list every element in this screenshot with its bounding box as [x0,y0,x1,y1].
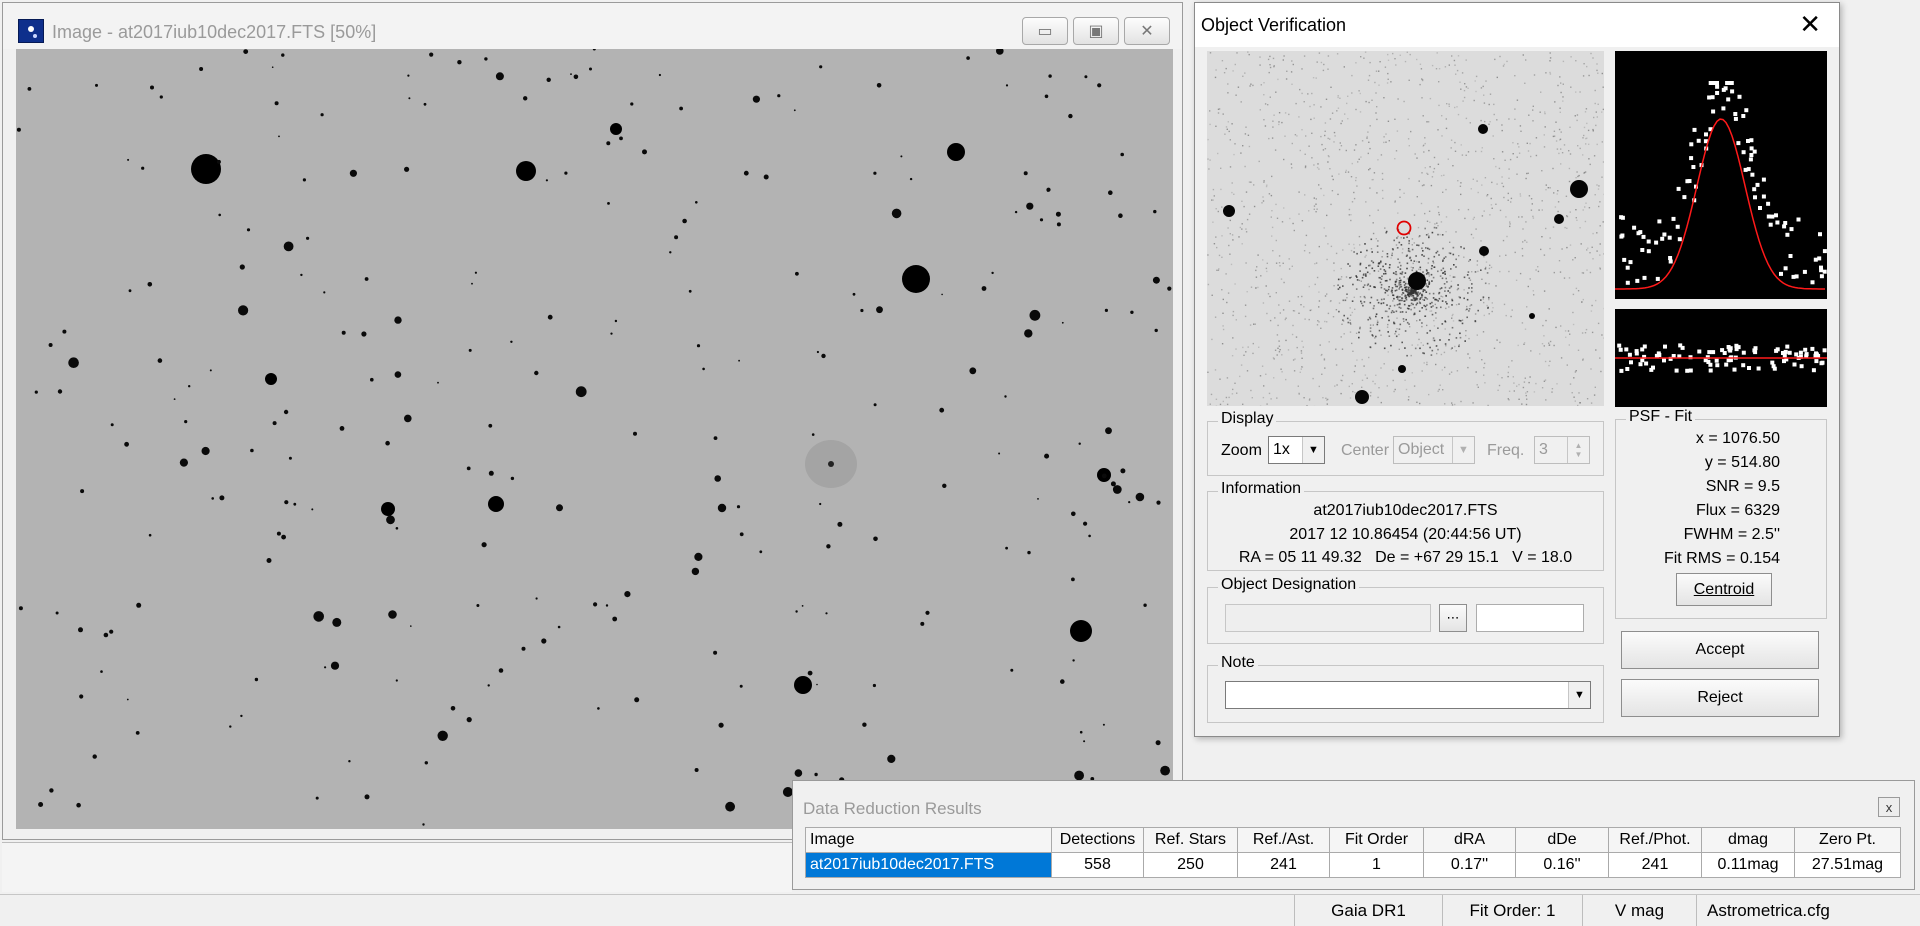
restore-button[interactable]: ▣ [1073,17,1119,45]
cell-ref-phot[interactable]: 241 [1609,853,1702,878]
display-group: Display Zoom 1x ▼ Center Object ▼ Freq. … [1207,421,1604,476]
psf-fit-rms: Fit RMS = 0.154 [1664,550,1780,568]
spinner-arrows-icon: ▲▼ [1567,437,1589,463]
center-value: Object [1398,441,1444,458]
object-designation-label: Object Designation [1218,576,1359,594]
information-group: Information at2017iub10dec2017.FTS 2017 … [1207,491,1604,571]
info-date: 2017 12 10.86454 (20:44:56 UT) [1208,526,1603,544]
col-ref-phot[interactable]: Ref./Phot. [1609,828,1702,853]
dialog-titlebar[interactable]: Object Verification ✕ [1195,3,1839,47]
data-reduction-title: Data Reduction Results [803,799,982,819]
center-select[interactable]: Object ▼ [1393,436,1475,464]
center-label: Center [1341,442,1389,460]
image-window-titlebar[interactable]: Image - at2017iub10dec2017.FTS [50%] ▭ ▣… [3,3,1182,49]
image-window-title: Image - at2017iub10dec2017.FTS [50%] [52,22,376,43]
ellipsis-icon: ⋯ [1447,610,1460,626]
accept-button[interactable]: Accept [1621,631,1819,669]
psf-fit-group: PSF - Fit x = 1076.50 y = 514.80 SNR = 9… [1615,419,1827,619]
note-select[interactable]: ▼ [1225,681,1591,709]
minimize-button[interactable]: ▭ [1022,17,1068,45]
col-fit-order[interactable]: Fit Order [1330,828,1424,853]
psf-residual-graph [1615,309,1827,407]
col-detections[interactable]: Detections [1052,828,1144,853]
chevron-down-icon: ▼ [1568,682,1590,708]
status-catalog: Gaia DR1 [1294,895,1442,926]
table-row[interactable]: at2017iub10dec2017.FTS 558 250 241 1 0.1… [806,853,1901,878]
psf-fit-label: PSF - Fit [1626,408,1695,426]
object-preview-image[interactable] [1207,51,1604,406]
astrometrica-app-icon [18,19,44,43]
info-filename: at2017iub10dec2017.FTS [1208,502,1603,520]
cell-image[interactable]: at2017iub10dec2017.FTS [806,853,1052,878]
minimize-icon: ▭ [1037,21,1052,41]
object-verification-dialog[interactable]: Object Verification ✕ Display Zoom 1x ▼ … [1194,2,1840,737]
zoom-value: 1x [1273,441,1290,458]
status-fit-order: Fit Order: 1 [1442,895,1582,926]
cell-ref-ast[interactable]: 241 [1238,853,1330,878]
psf-x: x = 1076.50 [1696,430,1780,448]
image-window-footer [2,842,792,892]
object-preview-field [1207,51,1604,406]
dialog-close-button[interactable]: ✕ [1799,11,1821,37]
data-reduction-close-button[interactable]: x [1878,797,1900,817]
results-header-row: Image Detections Ref. Stars Ref./Ast. Fi… [806,828,1901,853]
status-mag: V mag [1582,895,1696,926]
chevron-down-icon: ▼ [1452,437,1474,463]
col-dra[interactable]: dRA [1424,828,1516,853]
reject-button-label: Reject [1697,689,1742,707]
freq-stepper[interactable]: 3 ▲▼ [1534,436,1590,464]
chevron-down-icon: ▼ [1302,437,1324,463]
psf-profile-graph [1615,51,1827,299]
col-dmag[interactable]: dmag [1702,828,1795,853]
accept-button-label: Accept [1696,641,1745,659]
freq-label: Freq. [1487,442,1524,460]
results-table: Image Detections Ref. Stars Ref./Ast. Fi… [805,827,1901,878]
designation-number-input[interactable] [1476,604,1584,632]
restore-icon: ▣ [1088,21,1103,41]
status-bar: Gaia DR1 Fit Order: 1 V mag Astrometrica… [0,894,1920,925]
fits-image-canvas[interactable] [16,49,1173,829]
star-field [16,49,1173,829]
dialog-title: Object Verification [1201,15,1346,36]
info-coordinates: RA = 05 11 49.32 De = +67 29 15.1 V = 18… [1208,549,1603,567]
psf-y: y = 514.80 [1705,454,1780,472]
status-config: Astrometrica.cfg [1696,895,1920,926]
cell-ref-stars[interactable]: 250 [1144,853,1238,878]
col-zero-pt[interactable]: Zero Pt. [1795,828,1901,853]
object-designation-group: Object Designation ⋯ [1207,587,1604,644]
note-label: Note [1218,654,1258,672]
psf-flux: Flux = 6329 [1696,502,1780,520]
cell-fit-order[interactable]: 1 [1330,853,1424,878]
cell-detections[interactable]: 558 [1052,853,1144,878]
centroid-button-label: Centroid [1694,581,1754,599]
display-group-label: Display [1218,410,1276,428]
designation-input[interactable] [1225,604,1431,632]
col-ref-stars[interactable]: Ref. Stars [1144,828,1238,853]
psf-profile-plot [1615,51,1827,299]
close-button[interactable]: ✕ [1124,17,1170,45]
col-ref-ast[interactable]: Ref./Ast. [1238,828,1330,853]
cell-zero-pt[interactable]: 27.51mag [1795,853,1901,878]
information-group-label: Information [1218,480,1304,498]
col-dde[interactable]: dDe [1516,828,1609,853]
close-icon: ✕ [1799,9,1821,39]
col-image[interactable]: Image [806,828,1052,853]
psf-snr: SNR = 9.5 [1706,478,1780,496]
cell-dra[interactable]: 0.17'' [1424,853,1516,878]
freq-value: 3 [1539,441,1548,458]
designation-browse-button[interactable]: ⋯ [1439,604,1467,632]
zoom-label: Zoom [1221,442,1262,460]
data-reduction-results-window[interactable]: Data Reduction Results x Image Detection… [792,780,1915,890]
cell-dmag[interactable]: 0.11mag [1702,853,1795,878]
psf-residual-plot [1615,309,1827,407]
note-group: Note ▼ [1207,665,1604,723]
reject-button[interactable]: Reject [1621,679,1819,717]
close-icon: ✕ [1140,21,1153,41]
zoom-select[interactable]: 1x ▼ [1268,436,1325,464]
close-icon: x [1886,800,1893,815]
centroid-button[interactable]: Centroid [1676,573,1772,606]
cell-dde[interactable]: 0.16'' [1516,853,1609,878]
image-window[interactable]: Image - at2017iub10dec2017.FTS [50%] ▭ ▣… [2,2,1183,840]
psf-fwhm: FWHM = 2.5'' [1684,526,1780,544]
